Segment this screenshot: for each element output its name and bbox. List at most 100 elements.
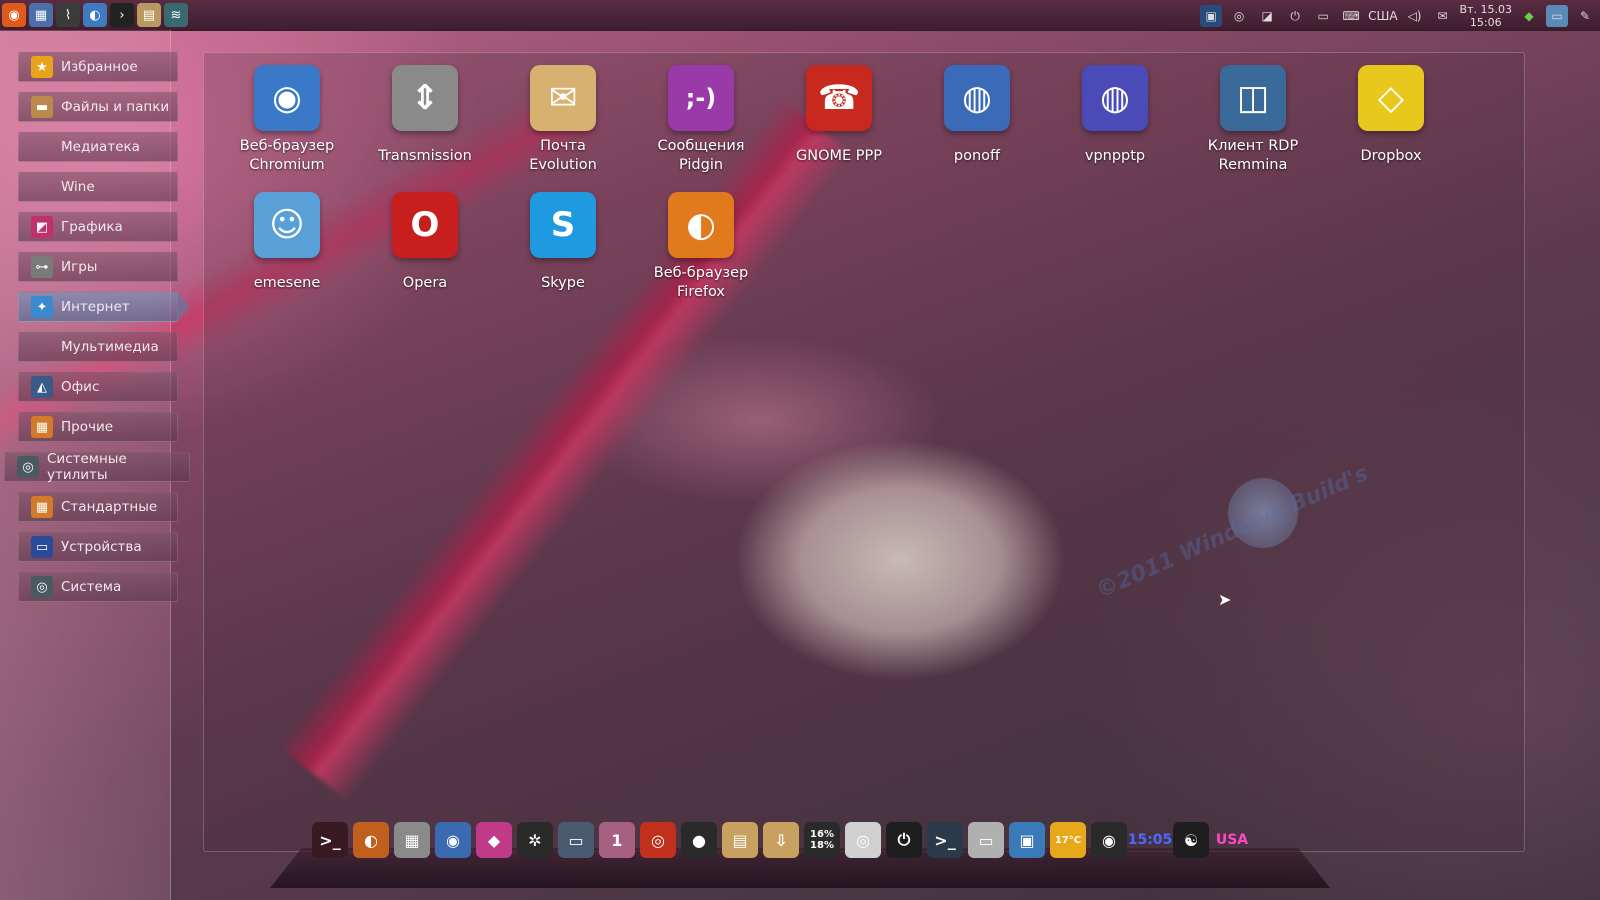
sidebar-item-1[interactable]: ▬ Файлы и папки [18,92,178,122]
speaker-icon[interactable]: ◉ [1091,822,1127,858]
sidebar-item-6[interactable]: ✦ Интернет [18,292,190,322]
volume-icon[interactable]: ◁) [1404,5,1426,27]
app-label-line2: Remmina [1218,157,1288,173]
places-icon[interactable]: ▦ [29,3,53,27]
ubuntu-logo-icon[interactable]: ◉ [2,3,26,27]
sidebar-item-8[interactable]: ◭ Офис [18,372,178,402]
firefox-dock-icon[interactable]: ◐ [353,822,389,858]
app-launcher-10[interactable]: O Opera [359,192,491,293]
sidebar-item-label: Система [61,579,122,595]
terminal-red-icon[interactable]: >_ [312,822,348,858]
update-shield-icon[interactable]: ◆ [1518,5,1540,27]
panel-clock[interactable]: Вт. 15.03 15:06 [1460,3,1512,29]
people-icon[interactable]: ◉ [435,822,471,858]
sidebar-item-label: Мультимедиа [61,339,159,355]
dock-item-text: 16% [810,829,834,840]
app-launcher-7[interactable]: ◫ Клиент RDP Remmina [1187,65,1319,175]
sidebar-item-4[interactable]: ◩ Графика [18,212,178,242]
app-label: ponoff [911,147,1043,166]
edit-pen-icon[interactable]: ✎ [1574,5,1596,27]
emesene-icon: ☺ [254,192,320,258]
package-icon[interactable]: ▣ [1009,822,1045,858]
sidebar-item-3[interactable]: Wine [18,172,178,202]
notes-icon[interactable]: ▤ [722,822,758,858]
sidebar-item-label: Файлы и папки [61,99,170,115]
app-launcher-8[interactable]: ◇ Dropbox [1325,65,1457,166]
workspace-preview-icon[interactable]: ▣ [1200,5,1223,27]
sidebar-item-10[interactable]: ◎ Системные утилиты [4,451,190,483]
aperture-icon[interactable]: ✲ [517,822,553,858]
sidebar-item-5[interactable]: ⊶ Игры [18,252,178,282]
sidebar-item-9[interactable]: ▦ Прочие [18,412,178,442]
app-launcher-4[interactable]: ☎ GNOME PPP [773,65,905,166]
webcam-icon[interactable]: ◎ [1228,5,1250,27]
weather-icon[interactable]: 17°C [1050,822,1086,858]
app-label-line1: Почта [540,138,586,154]
dock-item-text: USA [1215,831,1249,848]
app-launcher-11[interactable]: S Skype [497,192,629,293]
folder-icon: ▬ [31,96,53,118]
app-label-line1: Веб-браузер [239,138,335,154]
power-icon[interactable]: ⏻ [886,822,922,858]
sidebar-item-13[interactable]: ◎ Система [18,572,178,602]
color-wheel-icon[interactable]: ◆ [476,822,512,858]
terminal-icon[interactable]: › [110,3,134,27]
keyboard-tray-icon[interactable]: ⌨ [1340,5,1362,27]
browser-icon[interactable]: ◐ [83,3,107,27]
gnome-foot-icon[interactable]: ☯ [1173,822,1209,858]
penguin-icon[interactable]: ● [681,822,717,858]
sidebar-item-12[interactable]: ▭ Устройства [18,532,178,562]
calculator-icon[interactable]: ▦ [394,822,430,858]
app-launcher-12[interactable]: ◐ Веб-браузер Firefox [635,192,767,302]
evolution-mail-icon: ✉ [530,65,596,131]
sidebar-item-label: Медиатека [61,139,140,155]
system-monitor-icon[interactable]: ⌇ [56,3,80,27]
app-launcher-0[interactable]: ◉ Веб-браузер Chromium [221,65,353,175]
app-label: Клиент RDP Remmina [1187,137,1319,175]
sidebar-item-label: Графика [61,219,123,235]
remote-desktop-tray-icon[interactable]: ▭ [1546,5,1568,27]
app-label-line2: Evolution [529,157,597,173]
desktop-switcher-icon[interactable]: ▭ [558,822,594,858]
sidebar-item-2[interactable]: Медиатека [18,132,178,162]
network-tray-icon[interactable]: ◪ [1256,5,1278,27]
dock-clock-icon[interactable]: 15:05 [1128,822,1173,858]
app-launcher-1[interactable]: ⇕ Transmission [359,65,491,166]
sidebar-item-11[interactable]: ▦ Стандартные [18,492,178,522]
cd-icon[interactable]: ◎ [845,822,881,858]
keyboard-layout-indicator[interactable]: США [1368,9,1397,23]
sidebar-item-0[interactable]: ★ Избранное [18,52,178,82]
other-icon: ▦ [31,416,53,438]
empty-icon-slot [31,176,53,198]
accessories-icon: ▦ [31,496,53,518]
sidebar-item-label: Интернет [61,299,130,315]
app-launcher-2[interactable]: ✉ Почта Evolution [497,65,629,175]
chromium-icon: ◉ [254,65,320,131]
internet-icon: ✦ [31,296,53,318]
system-tray: ▣ ◎ ◪ ⏻ ▭ ⌨ США ◁) ✉ Вт. 15.03 15:06 ◆ ▭… [1200,3,1596,29]
printer-icon[interactable]: ▭ [968,822,1004,858]
ubuntu-dock-icon[interactable]: ◎ [640,822,676,858]
app-launcher-5[interactable]: ◍ ponoff [911,65,1043,166]
file-manager-icon[interactable]: ▤ [137,3,161,27]
sidebar-item-label: Стандартные [61,499,158,515]
app-launcher-9[interactable]: ☺ emesene [221,192,353,293]
app-launcher-6[interactable]: ◍ vpnpptp [1049,65,1181,166]
display-tray-icon[interactable]: ▭ [1312,5,1334,27]
app-label-line1: Transmission [378,148,472,164]
apps-panel: ◉ Веб-браузер Chromium ⇕ Transmission ✉ Почта E… [203,52,1525,852]
app-launcher-3[interactable]: ;-) Сообщения Pidgin [635,65,767,175]
network-icon[interactable]: ≋ [164,3,188,27]
workspace-icon[interactable]: 1 [599,822,635,858]
terminal-dock-icon[interactable]: >_ [927,822,963,858]
top-panel: ◉ ▦ ⌇ ◐ › ▤ ≋ ▣ ◎ ◪ ⏻ ▭ ⌨ США ◁) ✉ Вт. 15.03 1… [0,0,1600,31]
download-folder-icon[interactable]: ⇩ [763,822,799,858]
power-tray-icon[interactable]: ⏻ [1284,5,1306,27]
system-tools-icon: ◎ [17,456,39,478]
cpu-monitor-icon[interactable]: 16% 18% [804,822,840,858]
sidebar-item-label: Избранное [61,59,138,75]
sidebar-item-7[interactable]: Мультимедиа [18,332,178,362]
keyboard-layout-icon[interactable]: USA [1214,822,1250,858]
app-label-line1: Клиент RDP [1207,138,1299,154]
mail-tray-icon[interactable]: ✉ [1432,5,1454,27]
